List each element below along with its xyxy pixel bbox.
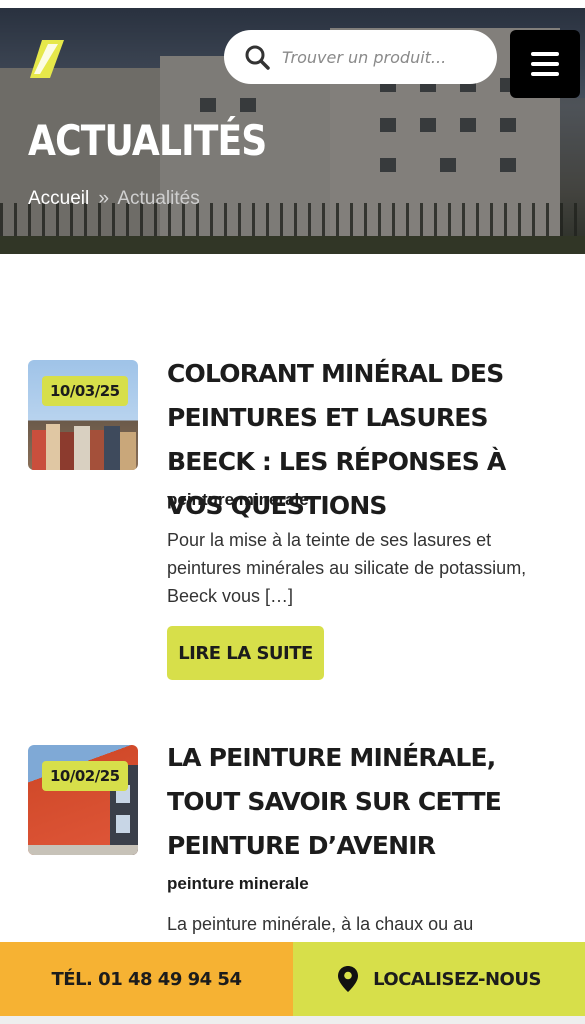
search-input[interactable]: [282, 47, 482, 67]
article-category[interactable]: peinture minerale: [167, 874, 309, 894]
article-excerpt: Pour la mise à la teinte de ses lasures …: [167, 530, 527, 606]
menu-button[interactable]: [510, 30, 580, 98]
article-thumbnail[interactable]: 10/02/25: [28, 745, 138, 855]
locate-label: LOCALISEZ-NOUS: [373, 968, 541, 990]
bottom-strip: [0, 1016, 585, 1024]
hamburger-menu-icon: [531, 72, 559, 76]
read-more-button[interactable]: LIRE LA SUITE: [167, 626, 324, 680]
article-excerpt: La peinture minérale, à la chaux ou au: [167, 914, 474, 934]
article-thumbnail[interactable]: 10/03/25: [28, 360, 138, 470]
search-icon[interactable]: [244, 44, 270, 70]
brand-logo[interactable]: [28, 38, 68, 80]
page-title: ACTUALITÉS: [28, 116, 267, 165]
breadcrumb-separator: »: [98, 188, 110, 209]
hamburger-menu-icon: [531, 52, 559, 56]
article-title[interactable]: LA PEINTURE MINÉRALE, TOUT SAVOIR SUR CE…: [167, 736, 567, 868]
date-badge: 10/02/25: [42, 761, 128, 791]
bottom-action-bar: TÉL. 01 48 49 94 54 LOCALISEZ-NOUS: [0, 942, 585, 1016]
breadcrumb-current: Actualités: [117, 188, 200, 209]
hamburger-menu-icon: [531, 62, 559, 66]
breadcrumb-home-link[interactable]: Accueil: [28, 188, 89, 209]
map-pin-icon: [338, 966, 359, 992]
phone-button[interactable]: TÉL. 01 48 49 94 54: [0, 942, 293, 1016]
locate-button[interactable]: LOCALISEZ-NOUS: [293, 942, 585, 1016]
date-badge: 10/03/25: [42, 376, 128, 406]
breadcrumb: Accueil » Actualités: [28, 188, 200, 210]
hero-banner: ACTUALITÉS Accueil » Actualités: [0, 8, 585, 254]
search-bar[interactable]: [224, 30, 497, 84]
article-category[interactable]: peinture minerale: [167, 490, 309, 510]
